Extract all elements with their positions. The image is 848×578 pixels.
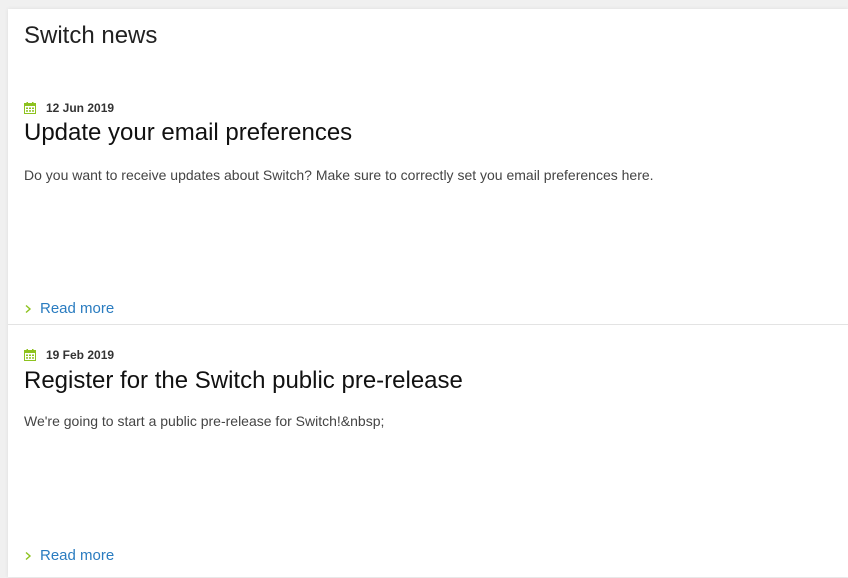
article-summary: Do you want to receive updates about Swi… [24,167,654,183]
article-title[interactable]: Update your email preferences [24,118,352,148]
article-date: 12 Jun 2019 [46,101,115,115]
article-summary: We're going to start a public pre-releas… [24,413,385,429]
news-panel: Switch news 12 Jun 2019 Update your emai… [8,9,848,577]
panel-title: Switch news [24,22,158,49]
read-more-link[interactable]: Read more [24,300,114,317]
article-date: 19 Feb 2019 [46,348,115,362]
article-meta: 12 Jun 2019 [24,101,114,115]
read-more-link[interactable]: Read more [24,547,114,564]
article-title[interactable]: Register for the Switch public pre-relea… [24,366,463,396]
news-article: 12 Jun 2019 Update your email preference… [8,93,848,324]
calendar-icon [24,102,36,114]
article-meta: 19 Feb 2019 [24,348,114,362]
read-more-label: Read more [40,300,115,317]
read-more-label: Read more [40,547,115,564]
news-article: 19 Feb 2019 Register for the Switch publ… [8,324,848,578]
chevron-right-icon [25,304,32,313]
chevron-right-icon [25,551,32,560]
calendar-icon [24,349,36,361]
